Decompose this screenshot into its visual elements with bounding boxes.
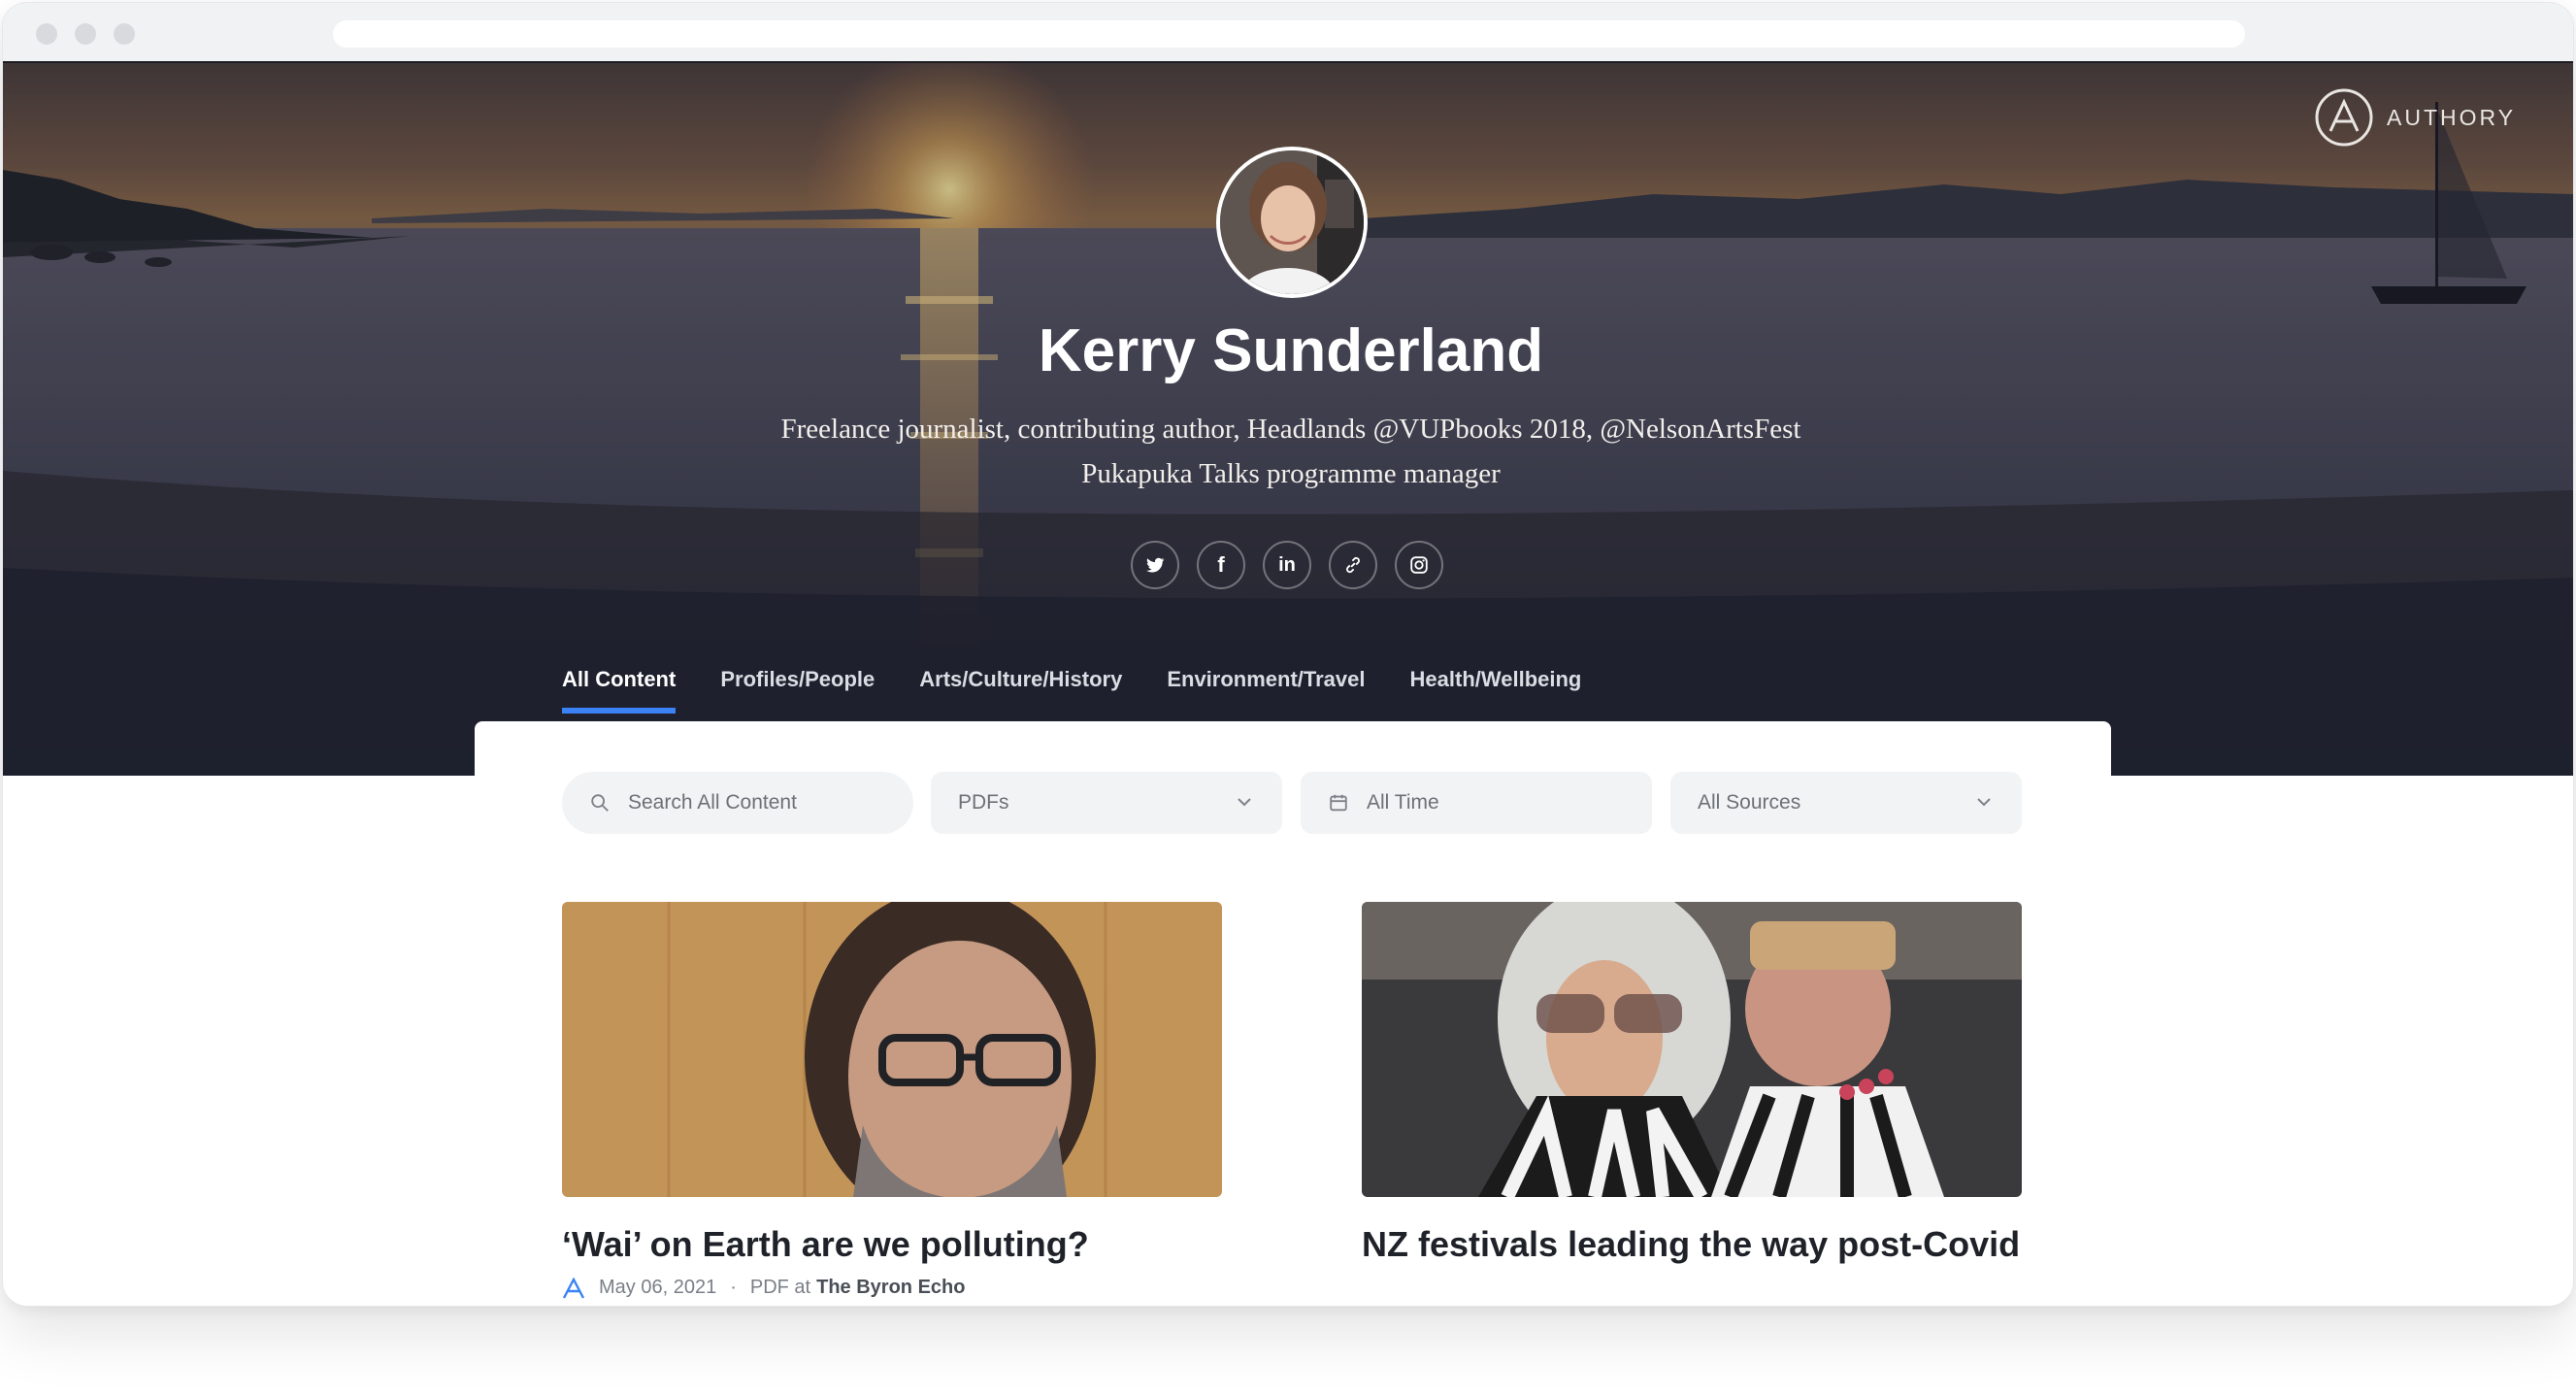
meta-separator: · [730, 1277, 737, 1298]
article-card[interactable]: ‘Wai’ on Earth are we polluting? May 06,… [562, 902, 1222, 1299]
search-icon [591, 794, 609, 812]
authory-logo[interactable]: AUTHORY [2315, 88, 2516, 147]
chevron-down-icon [1238, 798, 1251, 807]
content-category-tabs: All Content Profiles/People Arts/Culture… [562, 667, 1626, 714]
tab-environment-travel[interactable]: Environment/Travel [1167, 667, 1365, 714]
tab-profiles-people[interactable]: Profiles/People [720, 667, 875, 714]
social-links: f in [1131, 541, 1443, 589]
article-card[interactable]: NZ festivals leading the way post-Covid [1362, 902, 2022, 1267]
linkedin-icon: in [1278, 553, 1296, 576]
profile-name: Kerry Sunderland [1038, 317, 1544, 384]
authory-icon [562, 1277, 585, 1299]
article-thumbnail[interactable] [1362, 902, 2022, 1197]
twitter-icon [1146, 557, 1165, 573]
authory-logo-text: AUTHORY [2387, 104, 2517, 130]
tab-arts-culture-history[interactable]: Arts/Culture/History [919, 667, 1122, 714]
content-panel: Search All Content PDFs All Time All Sou… [475, 721, 2111, 1306]
profile-bio-line: Freelance journalist, contributing autho… [780, 414, 1801, 445]
calendar-icon [1330, 794, 1347, 812]
date-range-value: All Time [1367, 791, 1439, 814]
content-type-value: PDFs [958, 791, 1009, 814]
article-title[interactable]: ‘Wai’ on Earth are we polluting? [562, 1222, 1222, 1267]
article-type: PDF at [749, 1277, 811, 1298]
profile-bio-line: Pukapuka Talks programme manager [1081, 458, 1501, 489]
profile-avatar [1216, 147, 1368, 298]
window-close-button[interactable] [36, 23, 57, 45]
window-minimize-button[interactable] [75, 23, 96, 45]
browser-title-bar [3, 3, 2573, 63]
linkedin-link[interactable]: in [1263, 541, 1311, 589]
authory-logo-icon [2315, 88, 2373, 147]
tab-all-content[interactable]: All Content [562, 667, 677, 714]
article-meta: May 06, 2021 · PDF at The Byron Echo [562, 1277, 1222, 1299]
website-link[interactable] [1329, 541, 1377, 589]
browser-window: AUTHORY Kerry Sunderland Freelance journ… [2, 2, 2574, 1307]
instagram-link[interactable] [1395, 541, 1443, 589]
chevron-down-icon [1977, 798, 1991, 807]
search-input[interactable]: Search All Content [562, 772, 913, 834]
address-bar[interactable] [333, 20, 2245, 48]
window-maximize-button[interactable] [114, 23, 135, 45]
article-source[interactable]: The Byron Echo [816, 1277, 965, 1299]
search-placeholder: Search All Content [628, 791, 797, 814]
date-range-filter[interactable]: All Time [1301, 772, 1652, 834]
sources-value: All Sources [1698, 791, 1801, 814]
facebook-link[interactable]: f [1197, 541, 1245, 589]
article-date: May 06, 2021 [599, 1277, 717, 1298]
article-thumbnail[interactable] [562, 902, 1222, 1197]
content-type-select[interactable]: PDFs [931, 772, 1282, 834]
sources-select[interactable]: All Sources [1670, 772, 2022, 834]
twitter-link[interactable] [1131, 541, 1179, 589]
tab-health-wellbeing[interactable]: Health/Wellbeing [1410, 667, 1582, 714]
facebook-icon: f [1217, 552, 1225, 577]
article-title[interactable]: NZ festivals leading the way post-Covid [1362, 1222, 2022, 1267]
profile-bio: Freelance journalist, contributing autho… [644, 407, 1938, 496]
instagram-icon [1410, 556, 1428, 574]
link-icon [1346, 556, 1360, 574]
